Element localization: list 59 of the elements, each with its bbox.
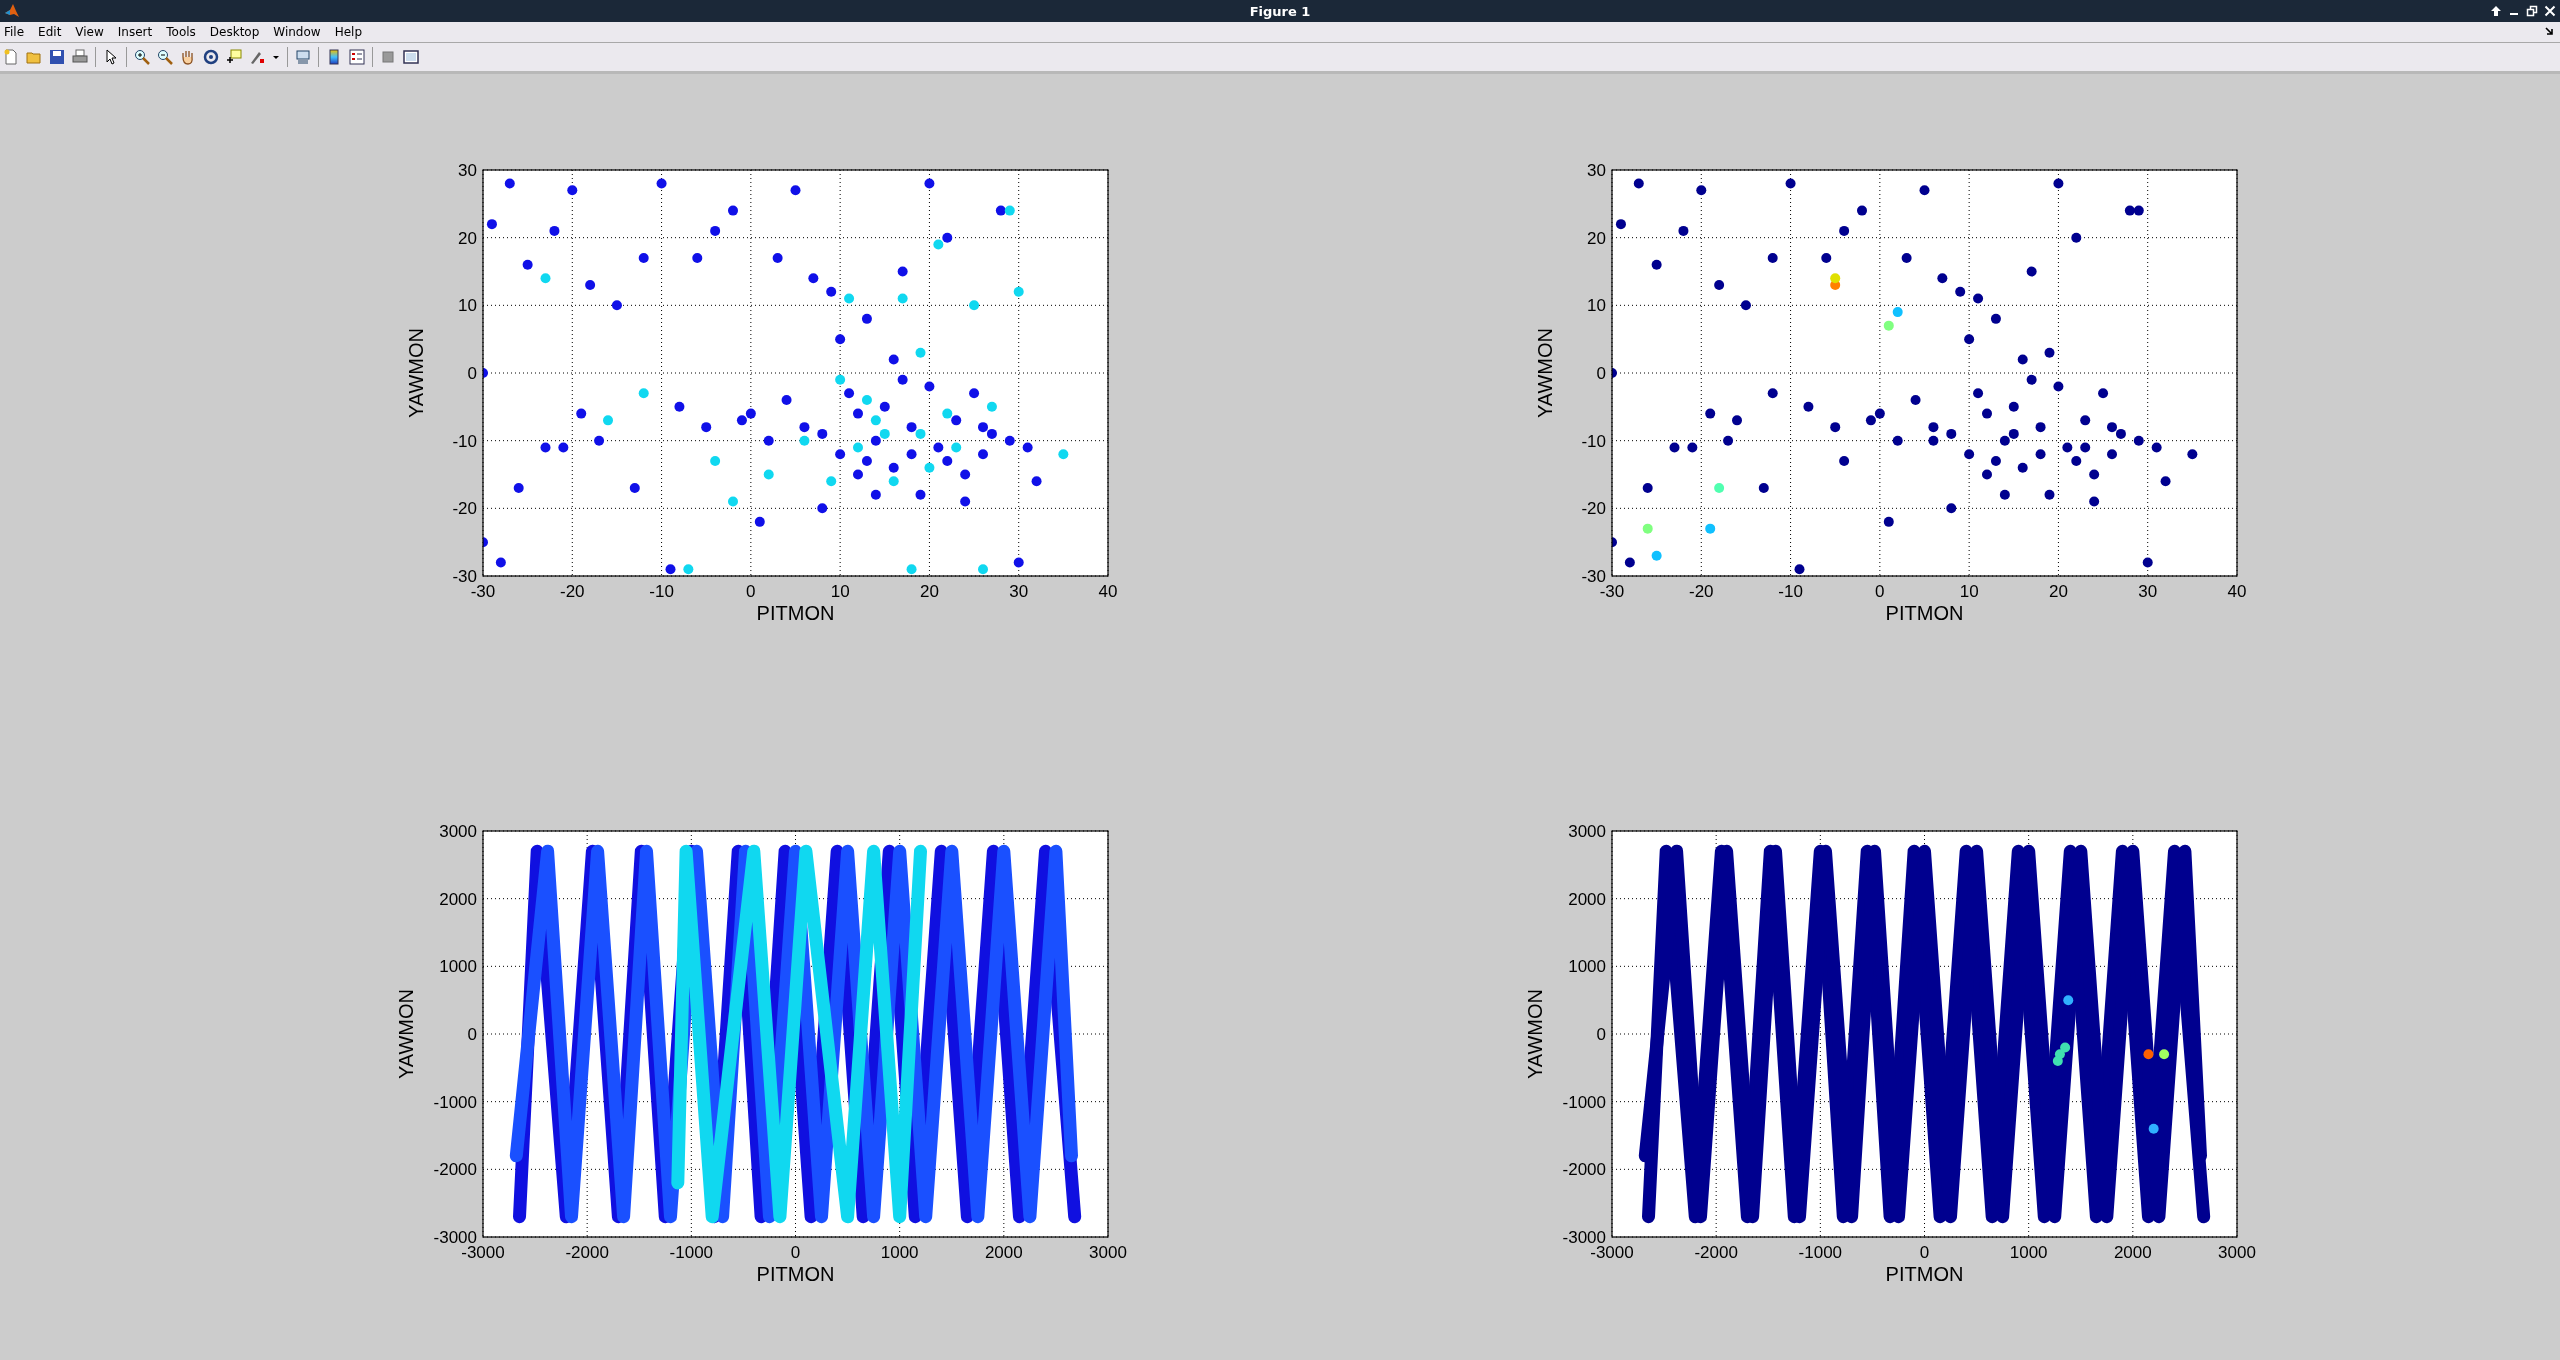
x-tick-label: -10 xyxy=(1778,582,1803,601)
x-tick-label: 20 xyxy=(2048,582,2068,601)
x-tick-label: 1000 xyxy=(2009,1243,2048,1262)
x-tick-label: 0 xyxy=(746,582,756,601)
x-tick-label: 2000 xyxy=(2113,1243,2152,1262)
x-tick-label: -20 xyxy=(560,582,585,601)
x-tick-label: 30 xyxy=(1009,582,1029,601)
y-tick-label: 3000 xyxy=(439,822,477,841)
x-tick-label: 10 xyxy=(830,582,850,601)
y-tick-label: 10 xyxy=(1587,296,1606,316)
x-tick-label: -20 xyxy=(1689,582,1714,601)
x-tick-label: 40 xyxy=(1098,582,1118,601)
x-axis-label: PITMON xyxy=(756,1263,835,1285)
x-axis-label: PITMON xyxy=(1885,602,1964,624)
y-tick-label: 2000 xyxy=(1568,889,1606,909)
x-tick-label: -1000 xyxy=(1798,1243,1843,1262)
y-tick-label: -1000 xyxy=(1562,1092,1606,1112)
y-axis-label: YAWMON xyxy=(405,328,427,418)
y-tick-label: 1000 xyxy=(439,957,477,977)
x-tick-label: 0 xyxy=(1875,582,1885,601)
x-tick-label: 20 xyxy=(919,582,939,601)
y-axis-label: YAWMON xyxy=(1524,989,1546,1079)
x-tick-label: -1000 xyxy=(669,1243,714,1262)
y-tick-label: 0 xyxy=(467,1025,477,1044)
y-tick-label: 0 xyxy=(467,364,477,383)
y-tick-label: 30 xyxy=(458,161,477,180)
x-tick-label: 1000 xyxy=(880,1243,919,1262)
x-tick-label: 2000 xyxy=(984,1243,1023,1262)
x-tick-label: 3000 xyxy=(2218,1243,2256,1262)
y-tick-label: 2000 xyxy=(439,889,477,909)
y-axis-label: YAWMON xyxy=(1534,328,1556,418)
y-tick-label: 30 xyxy=(1587,161,1606,180)
x-tick-label: -2000 xyxy=(565,1243,609,1262)
y-tick-label: -2000 xyxy=(1562,1160,1606,1180)
y-tick-label: 1000 xyxy=(1568,957,1606,977)
x-tick-label: 10 xyxy=(1959,582,1979,601)
x-axis-label: PITMON xyxy=(756,602,835,624)
y-tick-label: -1000 xyxy=(433,1092,477,1112)
x-axis-label: PITMON xyxy=(1885,1263,1964,1285)
y-tick-label: 0 xyxy=(1596,1025,1606,1044)
y-tick-label: 20 xyxy=(1587,228,1606,248)
y-tick-label: -10 xyxy=(452,431,477,451)
x-tick-label: 40 xyxy=(2227,582,2247,601)
y-axis-label: YAWMON xyxy=(395,989,417,1079)
y-tick-label: -10 xyxy=(1581,431,1606,451)
x-tick-label: -2000 xyxy=(1694,1243,1738,1262)
y-tick-label: 0 xyxy=(1596,364,1606,383)
y-tick-label: -20 xyxy=(452,499,477,519)
x-tick-label: 0 xyxy=(1919,1243,1930,1262)
y-tick-label: -2000 xyxy=(433,1160,477,1180)
y-tick-label: 20 xyxy=(458,228,477,248)
x-tick-label: -10 xyxy=(649,582,674,601)
y-tick-label: 10 xyxy=(458,296,477,316)
x-tick-label: 30 xyxy=(2138,582,2158,601)
y-tick-label: 3000 xyxy=(1568,822,1606,841)
y-tick-label: -20 xyxy=(1581,499,1606,519)
window-title: Figure 1 xyxy=(1249,3,1311,19)
x-tick-label: 3000 xyxy=(1089,1243,1127,1262)
x-tick-label: 0 xyxy=(790,1243,801,1262)
